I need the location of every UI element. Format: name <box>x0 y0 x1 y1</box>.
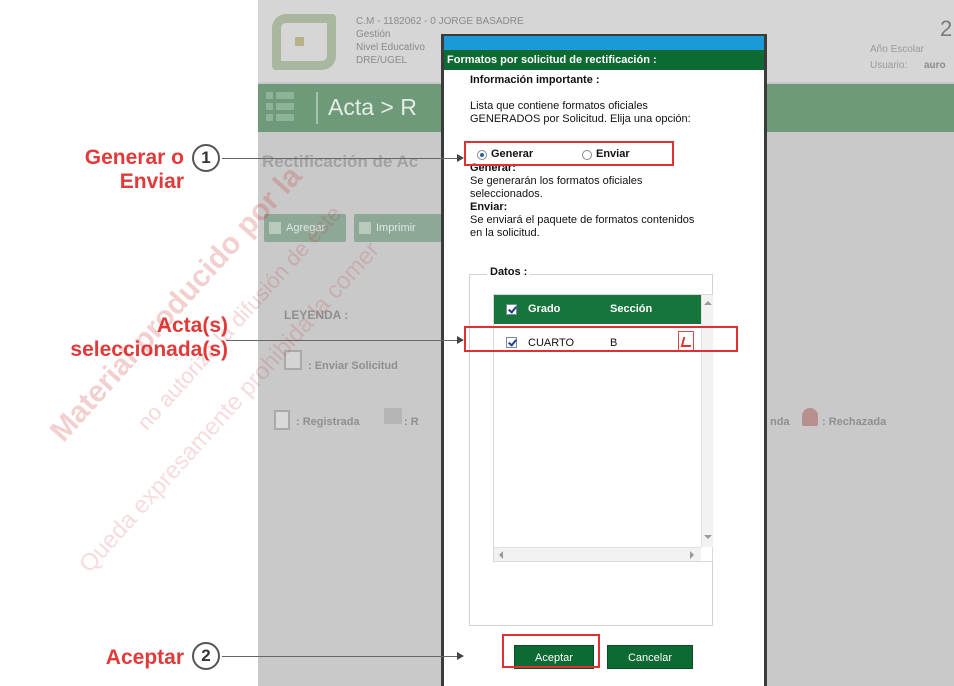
agregar-button[interactable]: Agregar <box>264 214 346 242</box>
legend-registrada: : Registrada <box>296 416 360 428</box>
arrowhead-2-icon <box>457 652 464 660</box>
enviar-heading: Enviar: <box>470 201 508 213</box>
annotation-generar-enviar: Generar o Enviar <box>36 146 184 194</box>
annotation-aceptar: Aceptar <box>105 646 184 669</box>
edit-document-icon <box>284 350 302 370</box>
breadcrumb: Acta > R <box>328 94 417 120</box>
enviar-text-1: Se enviará el paquete de formatos conten… <box>470 214 695 226</box>
plus-icon <box>269 222 281 234</box>
school-code: C.M - 1182062 - 0 JORGE BASADRE <box>356 16 524 27</box>
usuario-label: Usuario: <box>870 60 908 71</box>
generar-text-1: Se generarán los formatos oficiales <box>470 175 643 187</box>
select-all-checkbox[interactable] <box>506 304 517 315</box>
dre-ugel-label: DRE/UGEL <box>356 55 408 66</box>
scroll-left-icon[interactable] <box>499 551 503 559</box>
generar-text-2: seleccionados. <box>470 188 543 200</box>
printer-icon <box>359 222 371 234</box>
imprimir-button[interactable]: Imprimir <box>354 214 442 242</box>
forward-arrow-icon <box>384 408 402 424</box>
cancelar-button[interactable]: Cancelar <box>607 645 693 669</box>
anio-escolar-value: 2 <box>940 16 953 41</box>
horizontal-scrollbar[interactable] <box>494 547 701 561</box>
leader-line-actas <box>226 340 458 341</box>
scroll-right-icon[interactable] <box>690 551 694 559</box>
annotation-actas-line: Acta(s) <box>156 314 228 337</box>
nivel-label: Nivel Educativo <box>356 42 425 53</box>
enviar-text-2: en la solicitud. <box>470 227 540 239</box>
selected-row-highlight <box>464 326 738 352</box>
info-text-1: Lista que contiene formatos oficiales <box>470 100 648 112</box>
legend-aprobada-partial: nda <box>770 416 790 428</box>
annotation-enviar-line: Enviar <box>119 170 184 193</box>
legend-rechazada: : Rechazada <box>822 416 887 428</box>
gestion-label: Gestión <box>356 29 391 40</box>
aceptar-button-highlight <box>502 634 600 668</box>
annotation-seleccionadas-line: seleccionada(s) <box>70 338 228 361</box>
annotation-generar-line: Generar o <box>84 146 184 169</box>
step-1-badge: 1 <box>192 144 220 172</box>
usuario-value: auro <box>924 60 946 71</box>
rejected-stamp-icon <box>802 408 818 426</box>
legend-r: : R <box>404 416 419 428</box>
page-title: Rectificación de Ac <box>262 152 419 171</box>
datos-legend: Datos : <box>487 266 531 278</box>
annotation-actas: Acta(s) seleccionada(s) <box>4 314 228 362</box>
radio-options-highlight <box>464 141 674 166</box>
ministry-logo <box>272 14 336 70</box>
step-2-badge: 2 <box>192 642 220 670</box>
document-icon <box>274 410 290 430</box>
formatos-dialog: Formatos por solicitud de rectificación … <box>441 34 767 686</box>
agregar-label: Agregar <box>286 222 326 234</box>
menu-list-icon[interactable] <box>266 92 294 124</box>
dialog-title: Formatos por solicitud de rectificación … <box>444 50 764 70</box>
nav-separator <box>316 92 318 124</box>
scroll-down-icon[interactable] <box>704 535 712 539</box>
grid-header: Grado Sección <box>494 295 701 324</box>
column-header-seccion[interactable]: Sección <box>610 303 652 315</box>
leader-line-2 <box>222 656 458 657</box>
imprimir-label: Imprimir <box>376 222 416 234</box>
info-text-2: GENERADOS por Solicitud. Elija una opció… <box>470 113 691 125</box>
info-heading: Información importante : <box>470 74 600 86</box>
dialog-top-bar <box>444 36 764 50</box>
leader-line-1 <box>222 158 458 159</box>
arrowhead-actas-icon <box>457 336 464 344</box>
column-header-grado[interactable]: Grado <box>528 303 560 315</box>
arrowhead-1-icon <box>457 154 464 162</box>
anio-escolar-label: Año Escolar <box>870 44 924 55</box>
leyenda-label: LEYENDA : <box>284 308 349 322</box>
scroll-up-icon[interactable] <box>704 301 712 305</box>
enviar-solicitud-legend: : Enviar Solicitud <box>308 360 398 372</box>
